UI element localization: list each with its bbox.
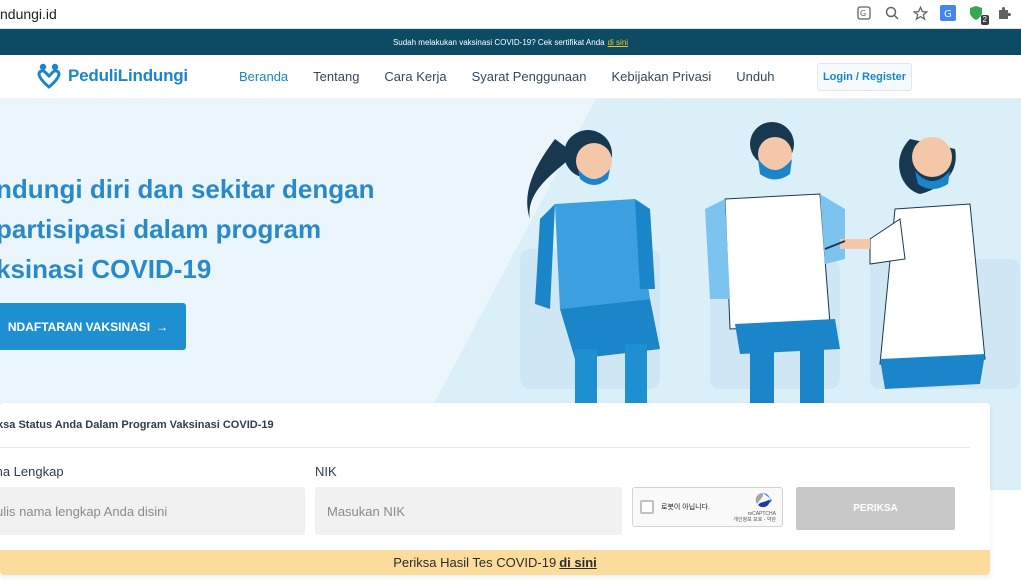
nik-label: NIK [315, 464, 337, 479]
hero-title-line: partisipasi dalam program [0, 214, 322, 244]
browser-toolbar-icons: G G 2 [855, 4, 1013, 25]
nav-link-kebijakan-privasi[interactable]: Kebijakan Privasi [612, 69, 712, 84]
recaptcha-checkbox[interactable] [640, 500, 654, 514]
nav-link-cara-kerja[interactable]: Cara Kerja [384, 69, 446, 84]
pedulilindungi-logo-icon [37, 63, 61, 89]
main-navbar: PeduliLindungi Beranda Tentang Cara Kerj… [0, 55, 1021, 99]
svg-text:G: G [944, 9, 952, 20]
google-translate-extension-icon[interactable]: G [939, 4, 957, 22]
vaccination-registration-button[interactable]: NDAFTARAN VAKSINASI → [0, 303, 186, 350]
arrow-right-icon: → [156, 319, 169, 334]
extensions-puzzle-icon[interactable] [995, 4, 1013, 22]
card-divider [0, 447, 970, 448]
recaptcha-brand: reCAPTCHA 개인정보 보호 - 약관 [733, 511, 776, 523]
hero-title-line: ksinasi COVID-19 [0, 254, 212, 284]
check-status-button[interactable]: PERIKSA [796, 487, 955, 530]
logo-text: PeduliLindungi [68, 66, 188, 85]
vaccination-illustration [520, 122, 1020, 404]
login-register-button[interactable]: Login / Register [817, 63, 912, 91]
translate-icon[interactable]: G [855, 4, 873, 22]
svg-text:G: G [860, 9, 866, 18]
zoom-icon[interactable] [883, 4, 901, 22]
banner-text: Sudah melakukan vaksinasi COVID-19? Cek … [392, 37, 605, 47]
covid-test-result-footer: Periksa Hasil Tes COVID-19 di sini [0, 550, 990, 575]
full-name-input[interactable]: ulis nama lengkap Anda disini [0, 487, 305, 535]
nav-link-unduh[interactable]: Unduh [736, 69, 774, 84]
card-title: iksa Status Anda Dalam Program Vaksinasi… [0, 419, 274, 431]
nav-link-tentang[interactable]: Tentang [313, 69, 359, 84]
hero-title: ndungi diri dan sekitar dengan partisipa… [0, 169, 416, 289]
banner-link[interactable]: di sini [608, 38, 628, 47]
site-logo[interactable]: PeduliLindungi [36, 62, 188, 90]
hero-title-line: ndungi diri dan sekitar dengan [0, 174, 375, 204]
nav-links: Beranda Tentang Cara Kerja Syarat Penggu… [239, 69, 775, 84]
footer-link[interactable]: di sini [559, 555, 597, 570]
recaptcha-logo-icon [755, 492, 772, 508]
footer-text: Periksa Hasil Tes COVID-19 [393, 555, 557, 570]
recaptcha-privacy-links[interactable]: 개인정보 보호 - 약관 [733, 517, 776, 523]
shield-extension-icon[interactable]: 2 [967, 4, 989, 25]
vaccination-certificate-banner: Sudah melakukan vaksinasi COVID-19? Cek … [0, 29, 1021, 55]
nik-input[interactable]: Masukan NIK [315, 487, 622, 535]
address-url[interactable]: ndungi.id [0, 6, 57, 22]
nav-link-syarat-penggunaan[interactable]: Syarat Penggunaan [472, 69, 587, 84]
nav-link-beranda[interactable]: Beranda [239, 69, 288, 84]
browser-address-bar: ndungi.id G G 2 [0, 0, 1021, 29]
bookmark-star-icon[interactable] [911, 4, 929, 22]
recaptcha-widget: 로봇이 아닙니다. reCAPTCHA 개인정보 보호 - 약관 [632, 487, 783, 527]
extension-badge: 2 [980, 15, 989, 25]
recaptcha-label: 로봇이 아닙니다. [661, 504, 710, 511]
vaccination-status-check-card: iksa Status Anda Dalam Program Vaksinasi… [0, 403, 990, 575]
registration-button-label: NDAFTARAN VAKSINASI [7, 319, 151, 334]
full-name-label: ma Lengkap [0, 464, 64, 479]
